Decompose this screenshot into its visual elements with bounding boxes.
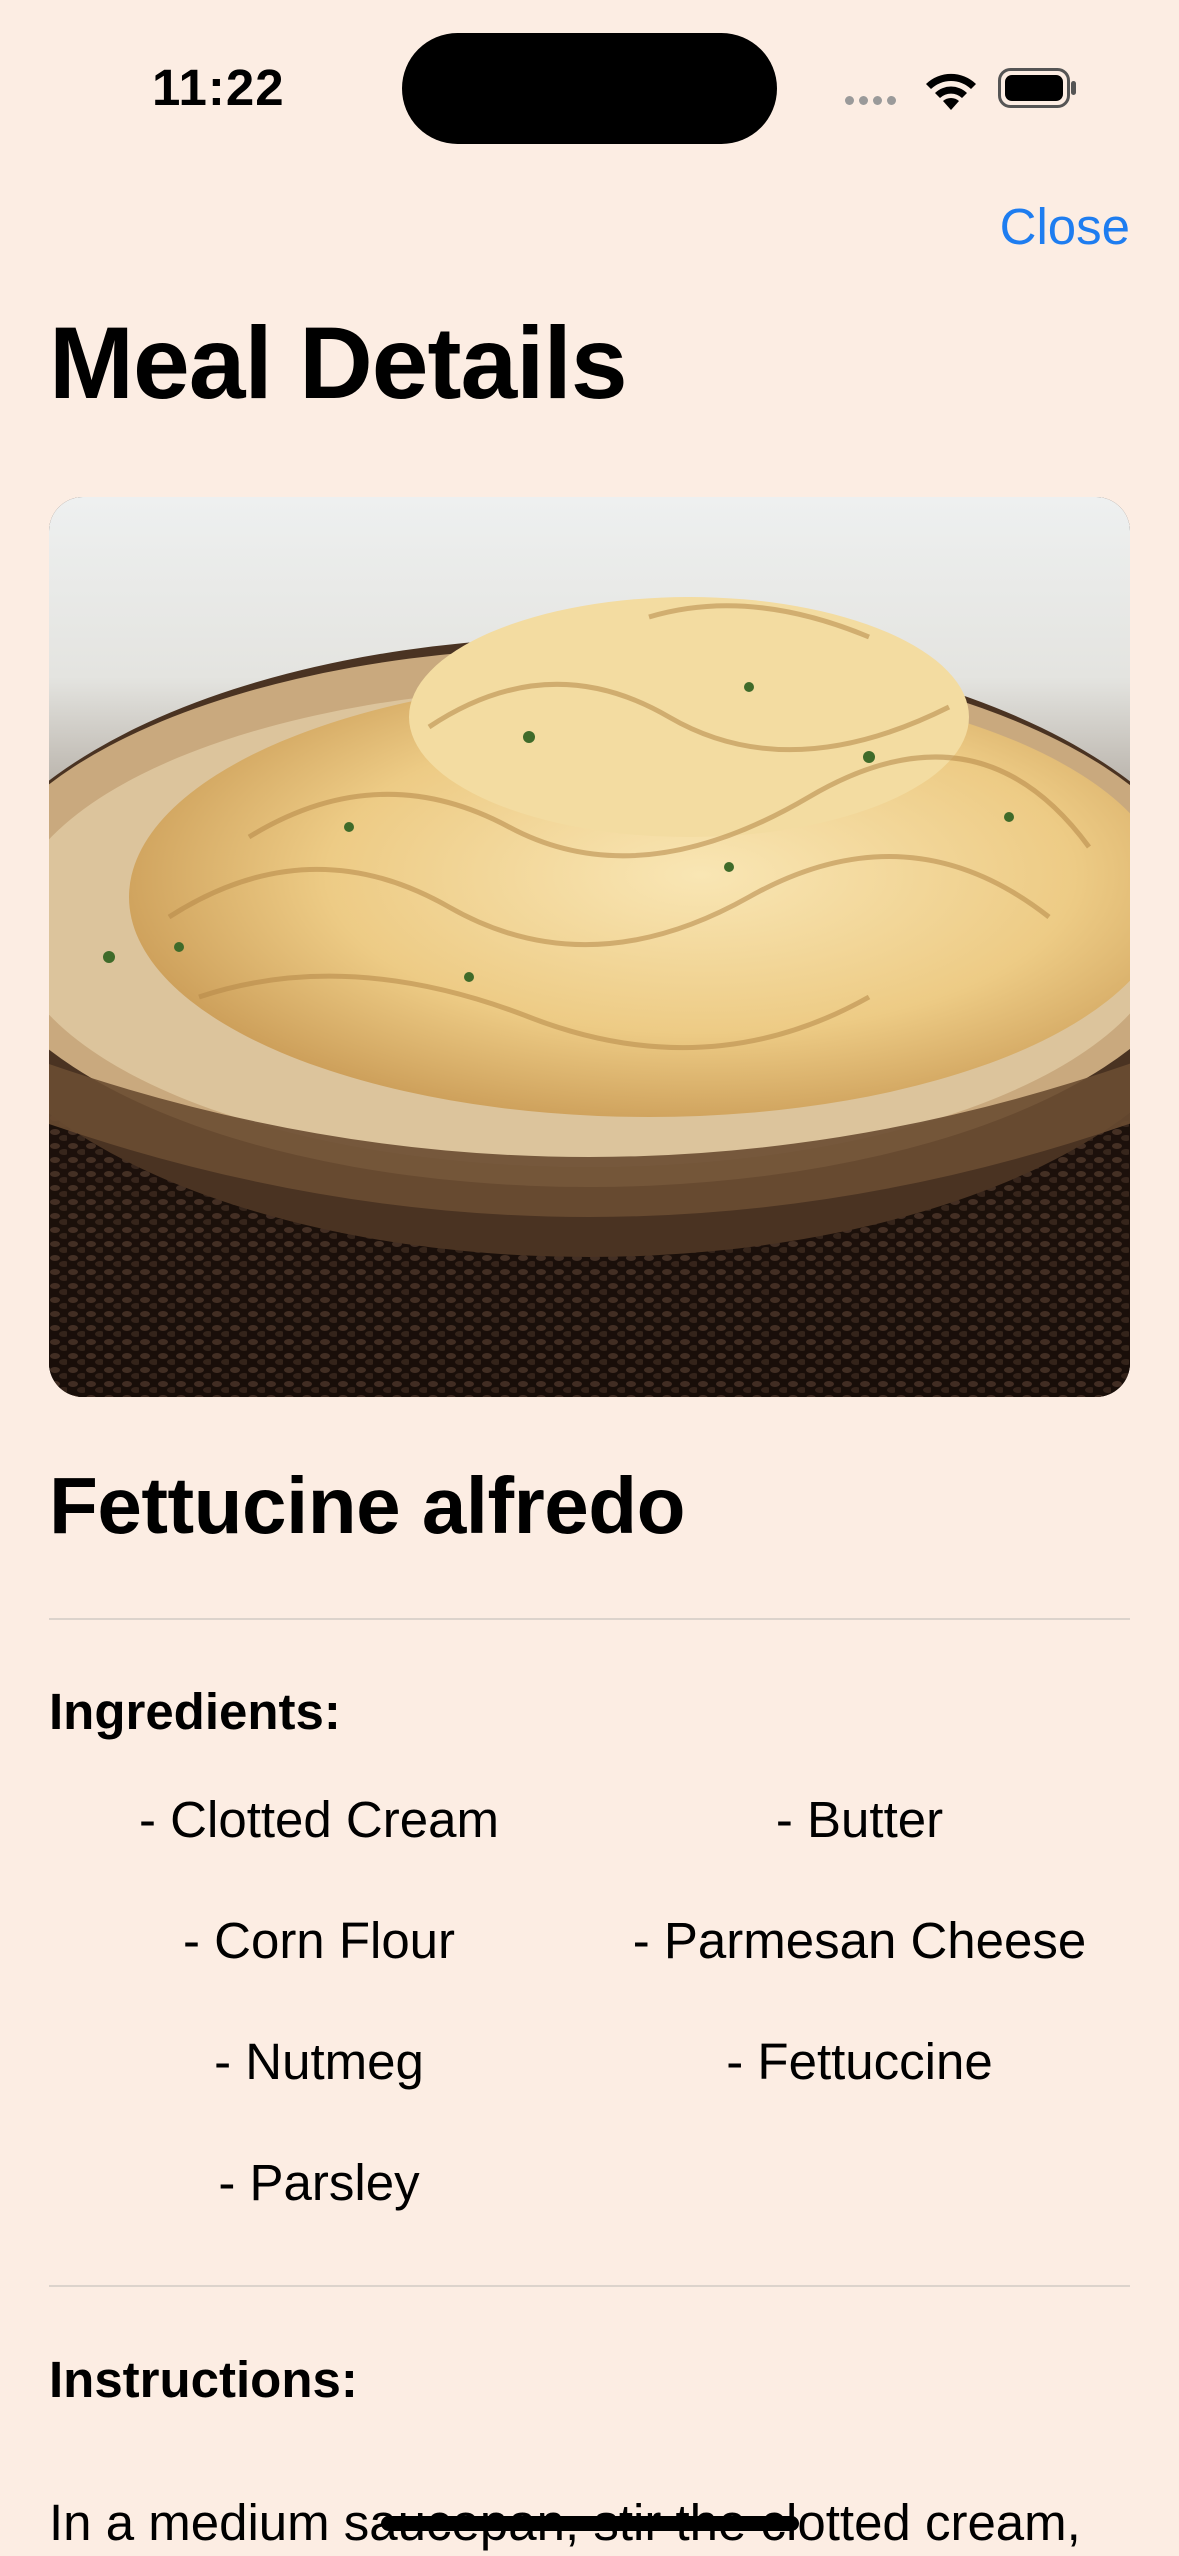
- ingredients-heading: Ingredients:: [49, 1683, 341, 1740]
- status-bar: 11:22: [0, 0, 1179, 150]
- wifi-icon: [926, 73, 976, 110]
- close-button[interactable]: Close: [1000, 197, 1130, 256]
- ingredient-item: - Clotted Cream: [139, 1791, 499, 1848]
- cellular-signal-icon: [845, 96, 896, 105]
- home-indicator[interactable]: [381, 2516, 799, 2531]
- dynamic-island: [402, 33, 777, 144]
- instructions-heading: Instructions:: [49, 2351, 358, 2408]
- ingredient-item: - Nutmeg: [214, 2033, 424, 2090]
- ingredient-item: - Butter: [775, 1791, 944, 1848]
- meal-image: [49, 497, 1130, 1397]
- status-time: 11:22: [152, 59, 285, 116]
- divider: [49, 2285, 1130, 2287]
- meal-name: Fettucine alfredo: [49, 1461, 686, 1550]
- divider: [49, 1618, 1130, 1620]
- ingredient-item: - Corn Flour: [182, 1912, 456, 1969]
- ingredient-item: - Parsley: [218, 2154, 420, 2211]
- ingredient-item: - Fettuccine: [726, 2033, 993, 2090]
- page-title: Meal Details: [49, 306, 628, 420]
- battery-icon: [998, 68, 1076, 108]
- ingredient-item: - Parmesan Cheese: [632, 1912, 1087, 1969]
- ingredients-list: - Clotted Cream - Butter - Corn Flour - …: [49, 1790, 1130, 2274]
